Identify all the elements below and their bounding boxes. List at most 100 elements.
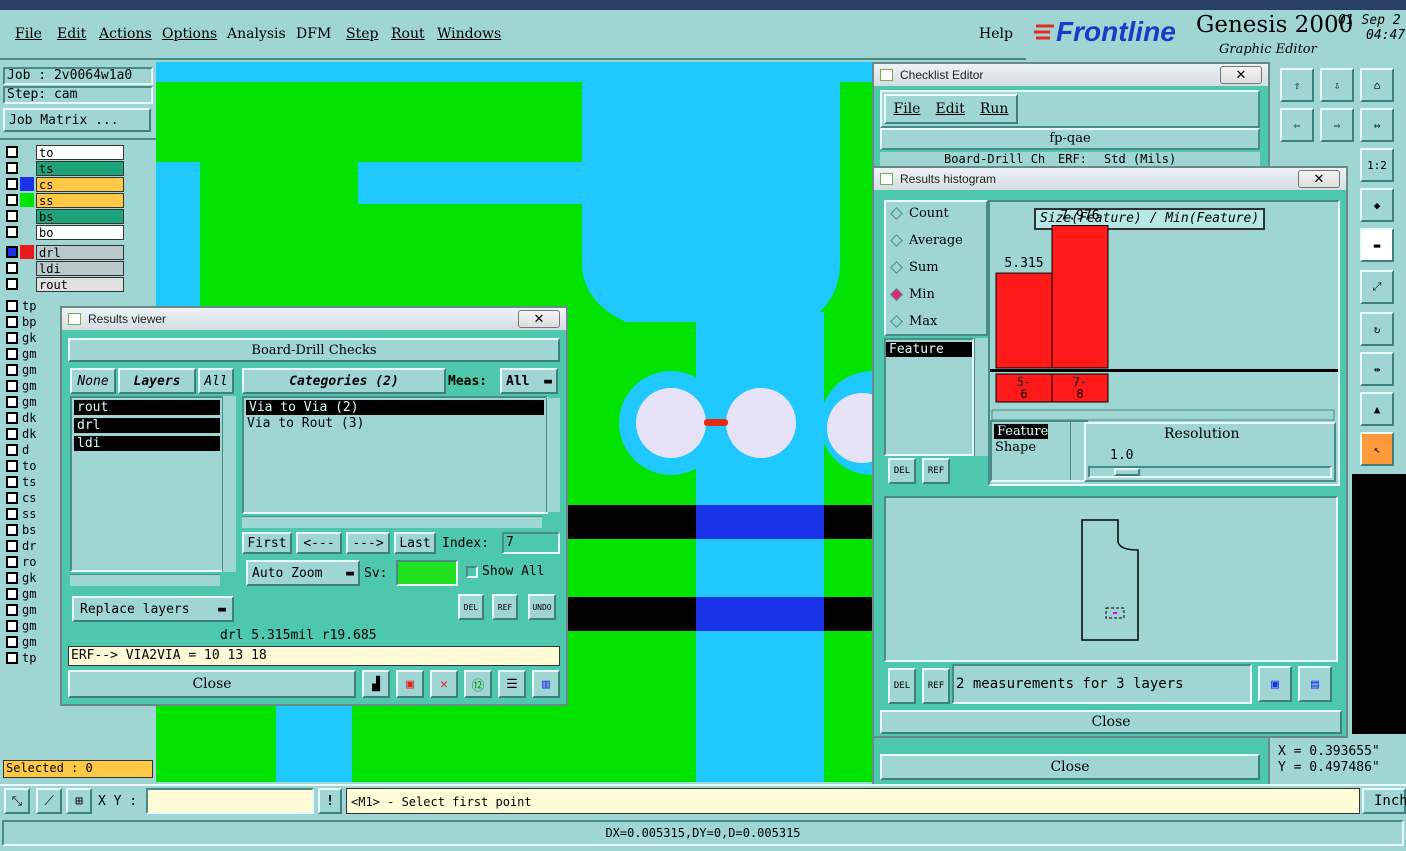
- layer-checkbox[interactable]: [6, 316, 18, 328]
- report-list-icon[interactable]: ☰: [498, 670, 526, 698]
- field-scrollbar[interactable]: [1070, 422, 1084, 480]
- chart-hscrollbar[interactable]: [991, 409, 1335, 421]
- layer-checkbox[interactable]: [6, 162, 18, 174]
- resolution-slider-thumb[interactable]: [1114, 468, 1140, 476]
- stat-option[interactable]: Count: [890, 206, 949, 221]
- layer-checkbox[interactable]: [6, 396, 18, 408]
- layer-checkbox[interactable]: [6, 146, 18, 158]
- layer-checkbox[interactable]: [6, 588, 18, 600]
- replace-layers-select[interactable]: Replace layers ▬: [72, 596, 234, 622]
- layer-row[interactable]: tp: [6, 650, 40, 666]
- layer-row[interactable]: dk: [6, 410, 40, 426]
- layer-checkbox[interactable]: [6, 332, 18, 344]
- measure-tool-icon[interactable]: ⟋: [36, 788, 62, 814]
- units-button[interactable]: Inch: [1362, 788, 1406, 814]
- layer-checkbox[interactable]: [6, 428, 18, 440]
- layer-item[interactable]: ldi: [74, 436, 220, 451]
- layer-row[interactable]: gm: [6, 346, 40, 362]
- layer-checkbox[interactable]: [6, 348, 18, 360]
- step-icon[interactable]: ⑫: [464, 670, 492, 698]
- attr-scrollbar[interactable]: [974, 338, 988, 456]
- category-item[interactable]: Via to Via (2): [246, 400, 544, 415]
- layer-checkbox[interactable]: [6, 210, 18, 222]
- xy-input[interactable]: [146, 788, 314, 814]
- tool-down-icon[interactable]: ⇩: [1320, 68, 1354, 102]
- layer-row[interactable]: gm: [6, 618, 40, 634]
- menu-help[interactable]: Help: [979, 26, 1013, 42]
- prev-button[interactable]: <---: [296, 532, 342, 554]
- hist-ref2-button[interactable]: REF: [922, 668, 950, 704]
- layer-row[interactable]: bs: [6, 522, 40, 538]
- tool-triangle-icon[interactable]: ▲: [1360, 392, 1394, 426]
- index-input[interactable]: 7: [502, 532, 560, 554]
- layer-row[interactable]: gm: [6, 586, 40, 602]
- layer-checkbox[interactable]: [6, 572, 18, 584]
- layer-checkbox[interactable]: [6, 178, 18, 190]
- layers-button[interactable]: Layers: [118, 368, 196, 394]
- hist-close-button[interactable]: Close: [880, 710, 1342, 734]
- tool-fit-icon[interactable]: ⇔: [1360, 108, 1394, 142]
- attr-item[interactable]: Feature: [886, 342, 972, 357]
- layer-row[interactable]: gk: [6, 570, 40, 586]
- layer-row[interactable]: ss: [6, 192, 124, 208]
- layer-checkbox[interactable]: [6, 604, 18, 616]
- checklist-close-button[interactable]: Close: [880, 754, 1260, 780]
- hist-del2-button[interactable]: DEL: [888, 668, 916, 704]
- layer-row[interactable]: ts: [6, 160, 124, 176]
- layer-row[interactable]: to: [6, 144, 124, 160]
- undo-button[interactable]: UNDO: [528, 594, 556, 620]
- checklist-menu-run[interactable]: Run: [980, 101, 1009, 117]
- layer-row[interactable]: bo: [6, 224, 124, 240]
- histogram-icon[interactable]: ▥: [532, 670, 560, 698]
- viewer-close-button[interactable]: Close: [68, 670, 356, 698]
- alert-icon[interactable]: !: [318, 788, 342, 814]
- next-button[interactable]: --->: [346, 532, 390, 554]
- layer-row[interactable]: rout: [6, 276, 124, 292]
- tool-rotate-icon[interactable]: ↻: [1360, 312, 1394, 346]
- clear-icon[interactable]: ✕: [430, 670, 458, 698]
- grid-icon[interactable]: ⊞: [66, 788, 92, 814]
- layer-checkbox[interactable]: [6, 460, 18, 472]
- layer-checkbox[interactable]: [6, 412, 18, 424]
- layer-row[interactable]: ldi: [6, 260, 124, 276]
- layer-row[interactable]: dr: [6, 538, 40, 554]
- layer-checkbox[interactable]: [6, 476, 18, 488]
- tool-home-icon[interactable]: ⌂: [1360, 68, 1394, 102]
- layer-row[interactable]: bs: [6, 208, 124, 224]
- layer-row[interactable]: gk: [6, 330, 40, 346]
- menu-file[interactable]: File: [15, 26, 42, 42]
- histogram-bar[interactable]: [995, 272, 1053, 369]
- field-item[interactable]: Feature: [994, 424, 1049, 439]
- categories-scrollbar[interactable]: [546, 398, 560, 512]
- stat-option[interactable]: Max: [890, 314, 937, 329]
- layer-checkbox[interactable]: [6, 556, 18, 568]
- categories-button[interactable]: Categories (2): [242, 368, 446, 394]
- layer-checkbox[interactable]: [6, 246, 18, 258]
- layer-checkbox[interactable]: [6, 540, 18, 552]
- layer-checkbox[interactable]: [6, 636, 18, 648]
- layer-row[interactable]: gm: [6, 362, 40, 378]
- histogram-bar[interactable]: [1051, 225, 1109, 369]
- resolution-slider[interactable]: [1088, 466, 1332, 478]
- menu-dfm[interactable]: DFM: [296, 26, 331, 42]
- menu-actions[interactable]: Actions: [99, 26, 152, 42]
- tool-ratio-icon[interactable]: 1:2: [1360, 148, 1394, 182]
- menu-edit[interactable]: Edit: [57, 26, 86, 42]
- auto-zoom-select[interactable]: Auto Zoom ▬: [246, 560, 360, 586]
- tool-left-icon[interactable]: ⇦: [1280, 108, 1314, 142]
- hist-ref-button[interactable]: REF: [922, 458, 950, 484]
- ref-button[interactable]: REF: [492, 594, 518, 620]
- layer-checkbox[interactable]: [6, 380, 18, 392]
- layer-row[interactable]: cs: [6, 176, 124, 192]
- meas-select[interactable]: All ▬: [500, 368, 558, 394]
- tool-snap-icon[interactable]: ◆: [1360, 188, 1394, 222]
- layer-checkbox[interactable]: [6, 652, 18, 664]
- layer-row[interactable]: to: [6, 458, 40, 474]
- categories-hscrollbar[interactable]: [242, 516, 542, 528]
- layers-scrollbar[interactable]: [222, 396, 236, 572]
- layer-checkbox[interactable]: [6, 300, 18, 312]
- tool-right-icon[interactable]: ⇨: [1320, 108, 1354, 142]
- layer-row[interactable]: gm: [6, 378, 40, 394]
- layer-checkbox[interactable]: [6, 194, 18, 206]
- layer-row[interactable]: drl: [6, 244, 124, 260]
